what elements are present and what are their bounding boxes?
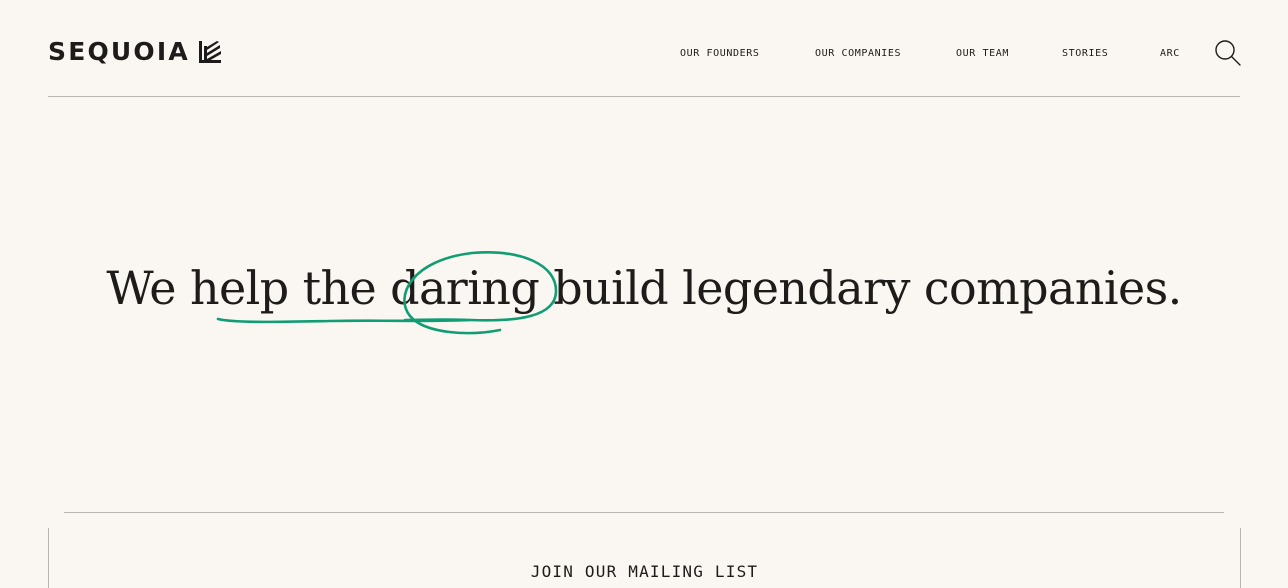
logo-wordmark: SEQUOIA: [48, 37, 190, 66]
nav-item-our-founders[interactable]: OUR FOUNDERS: [680, 47, 759, 61]
nav-item-stories[interactable]: STORIES: [1062, 47, 1108, 61]
sequoia-logo[interactable]: SEQUOIA: [48, 37, 222, 67]
sequoia-leaf-mark-icon: [198, 41, 221, 63]
nav-item-our-companies[interactable]: OUR COMPANIES: [815, 47, 901, 61]
hero-section: We help the daring build legendary compa…: [0, 250, 1288, 335]
mailing-list-title: JOIN OUR MAILING LIST: [530, 562, 759, 581]
hero-headline: We help the daring build legendary compa…: [106, 261, 1182, 315]
nav-item-our-team[interactable]: OUR TEAM: [956, 47, 1009, 61]
mailing-list-section: JOIN OUR MAILING LIST: [48, 528, 1241, 588]
nav-item-arc[interactable]: ARC: [1160, 47, 1180, 61]
search-icon[interactable]: [1214, 39, 1242, 67]
site-header: SEQUOIA OUR FOUNDERS OUR COMPANIES OUR T…: [48, 0, 1242, 97]
section-divider: [64, 512, 1224, 513]
